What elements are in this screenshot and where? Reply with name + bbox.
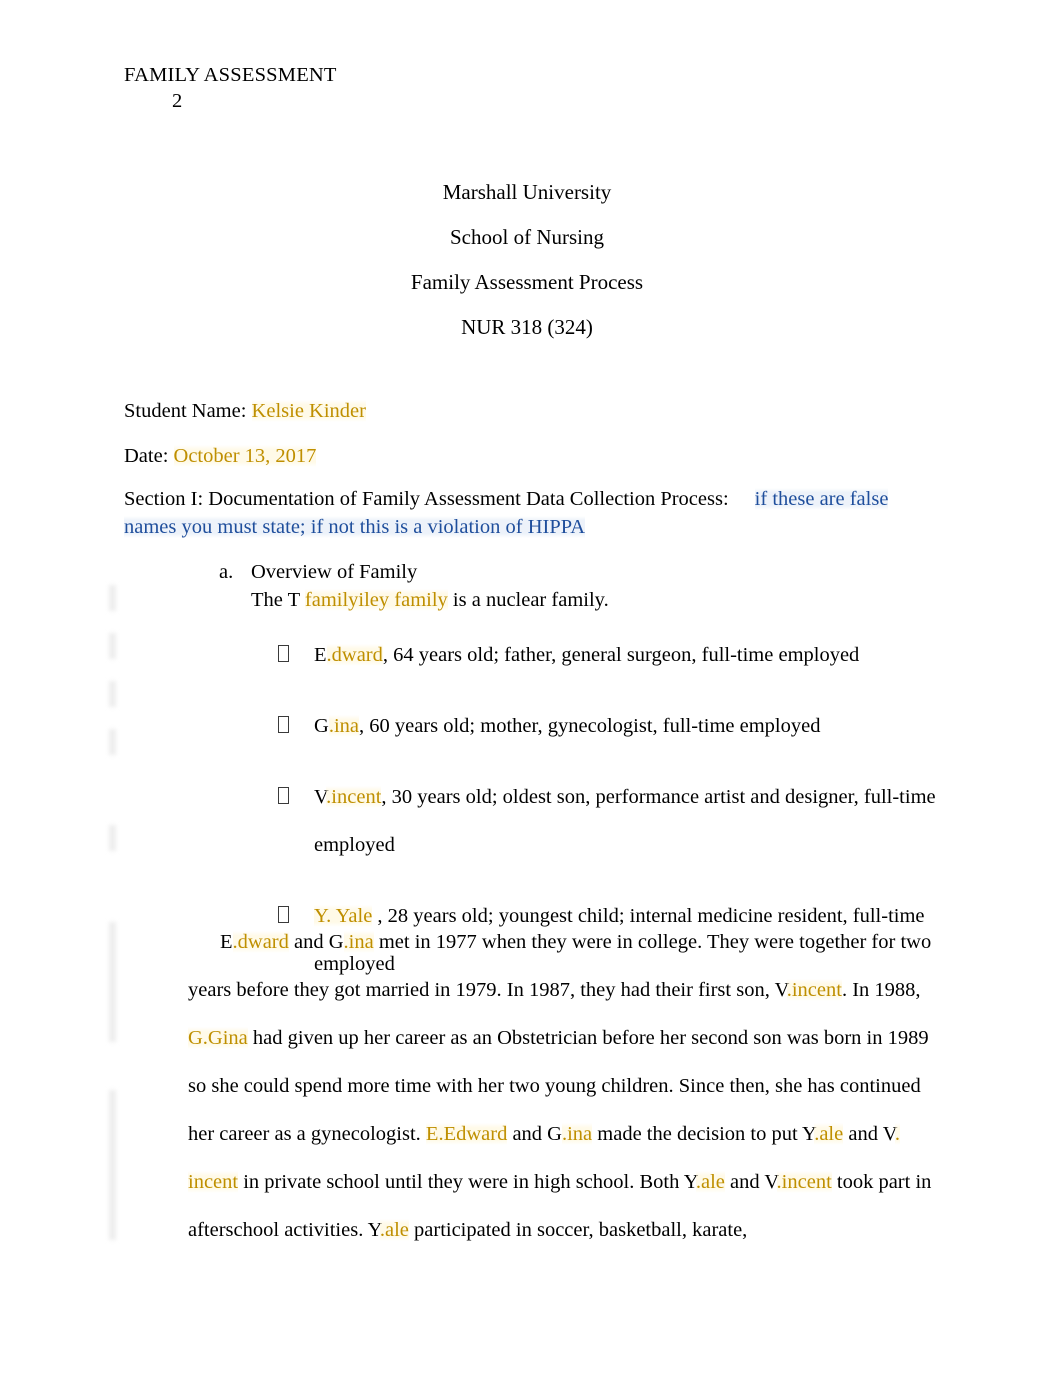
body-text-run: in private school until they were in hig… <box>238 1171 696 1193</box>
outline-subline-after: is a nuclear family. <box>447 589 609 611</box>
box-glyph-icon <box>278 773 314 821</box>
running-header-title: FAMILY ASSESSMENT <box>124 64 337 86</box>
box-glyph-icon <box>278 631 314 679</box>
reviewer-comment-part-1: if these are false <box>754 488 889 510</box>
body-text-run: E <box>220 931 233 953</box>
paragraph-runs: E.dward and G.ina met in 1977 when they … <box>188 931 931 1241</box>
outline-label: Overview of Family <box>251 561 418 583</box>
family-history-paragraph: E.dward and G.ina met in 1977 when they … <box>188 918 943 1254</box>
body-text-run: . In 1988, <box>841 979 921 1001</box>
member-name-edit: .ina <box>328 715 359 737</box>
outline-marker: a. <box>219 561 234 583</box>
reviewer-comment-part-2: names you must state; if not this is a v… <box>124 516 586 538</box>
tracked-change-run: .ale <box>695 1171 725 1193</box>
date-line: Date: October 13, 2017 <box>124 441 954 471</box>
student-name-value: Kelsie Kinder <box>251 400 366 422</box>
tracked-change-run: .ina <box>561 1123 593 1145</box>
running-header: FAMILY ASSESSMENT 2 <box>124 62 944 114</box>
tracked-change-run: .ale <box>379 1219 409 1241</box>
list-item-text: E.dward, 64 years old; father, general s… <box>314 631 938 679</box>
section-heading-text: Section I: Documentation of Family Asses… <box>124 488 729 510</box>
title-line-process: Family Assessment Process <box>410 270 644 294</box>
margin-change-bar <box>109 729 116 755</box>
title-line-school: School of Nursing <box>450 225 604 249</box>
list-item-text: V.incent, 30 years old; oldest son, perf… <box>314 773 938 869</box>
body-text-run: and G <box>288 931 344 953</box>
tracked-change-run: .incent <box>786 979 842 1001</box>
outline-subline-edit: familyiley family <box>304 589 448 611</box>
margin-change-bar <box>109 922 116 1042</box>
tracked-change-run: .incent <box>776 1171 832 1193</box>
student-name-label: Student Name: <box>124 400 247 422</box>
body-text-run: made the decision to put Y <box>592 1123 815 1145</box>
student-name-line: Student Name: Kelsie Kinder <box>124 396 954 426</box>
tracked-change-run: .dward <box>232 931 289 953</box>
member-name-edit: .dward <box>326 644 383 666</box>
list-item-text: G.ina, 60 years old; mother, gynecologis… <box>314 702 938 750</box>
date-value: October 13, 2017 <box>173 445 317 467</box>
member-initial: V <box>314 786 327 808</box>
outline-item-a: a. Overview of Family The T familyiley fa… <box>219 558 939 614</box>
list-item: G.ina, 60 years old; mother, gynecologis… <box>278 702 938 750</box>
list-item: E.dward, 64 years old; father, general s… <box>278 631 938 679</box>
member-initial: E <box>314 644 327 666</box>
body-text-run: and V <box>724 1171 777 1193</box>
outline-subline-before: The T <box>251 589 305 611</box>
tracked-change-run: .ale <box>814 1123 844 1145</box>
member-description: , 64 years old; father, general surgeon,… <box>382 644 860 666</box>
body-text-run: participated in soccer, basketball, kara… <box>408 1219 748 1241</box>
margin-change-bar <box>109 825 116 851</box>
section-heading-line: Section I: Documentation of Family Asses… <box>124 485 944 541</box>
body-text-run: and G <box>507 1123 562 1145</box>
title-line-course: NUR 318 (324) <box>461 315 593 339</box>
member-name-edit: .incent <box>326 786 382 808</box>
member-initial: G <box>314 715 329 737</box>
title-line-university: Marshall University <box>442 180 612 204</box>
member-description: , 60 years old; mother, gynecologist, fu… <box>358 715 821 737</box>
body-text-run: and V <box>843 1123 895 1145</box>
tracked-change-run: E.Edward <box>425 1123 508 1145</box>
margin-change-bar <box>109 585 116 611</box>
margin-change-bar <box>109 681 116 707</box>
margin-change-bar <box>109 1090 116 1240</box>
tracked-change-run: G.Gina <box>188 1027 248 1049</box>
member-description: , 30 years old; oldest son, performance … <box>314 786 936 856</box>
document-page: FAMILY ASSESSMENT 2 Marshall University … <box>0 0 1062 1376</box>
page-number: 2 <box>172 90 183 112</box>
date-label: Date: <box>124 445 169 467</box>
list-item: V.incent, 30 years old; oldest son, perf… <box>278 773 938 869</box>
box-glyph-icon <box>278 702 314 750</box>
margin-change-bar <box>109 633 116 659</box>
title-block: Marshall University School of Nursing Fa… <box>124 170 930 350</box>
tracked-change-run: .ina <box>343 931 374 953</box>
outline-subline: The T familyiley family is a nuclear fam… <box>251 586 939 614</box>
